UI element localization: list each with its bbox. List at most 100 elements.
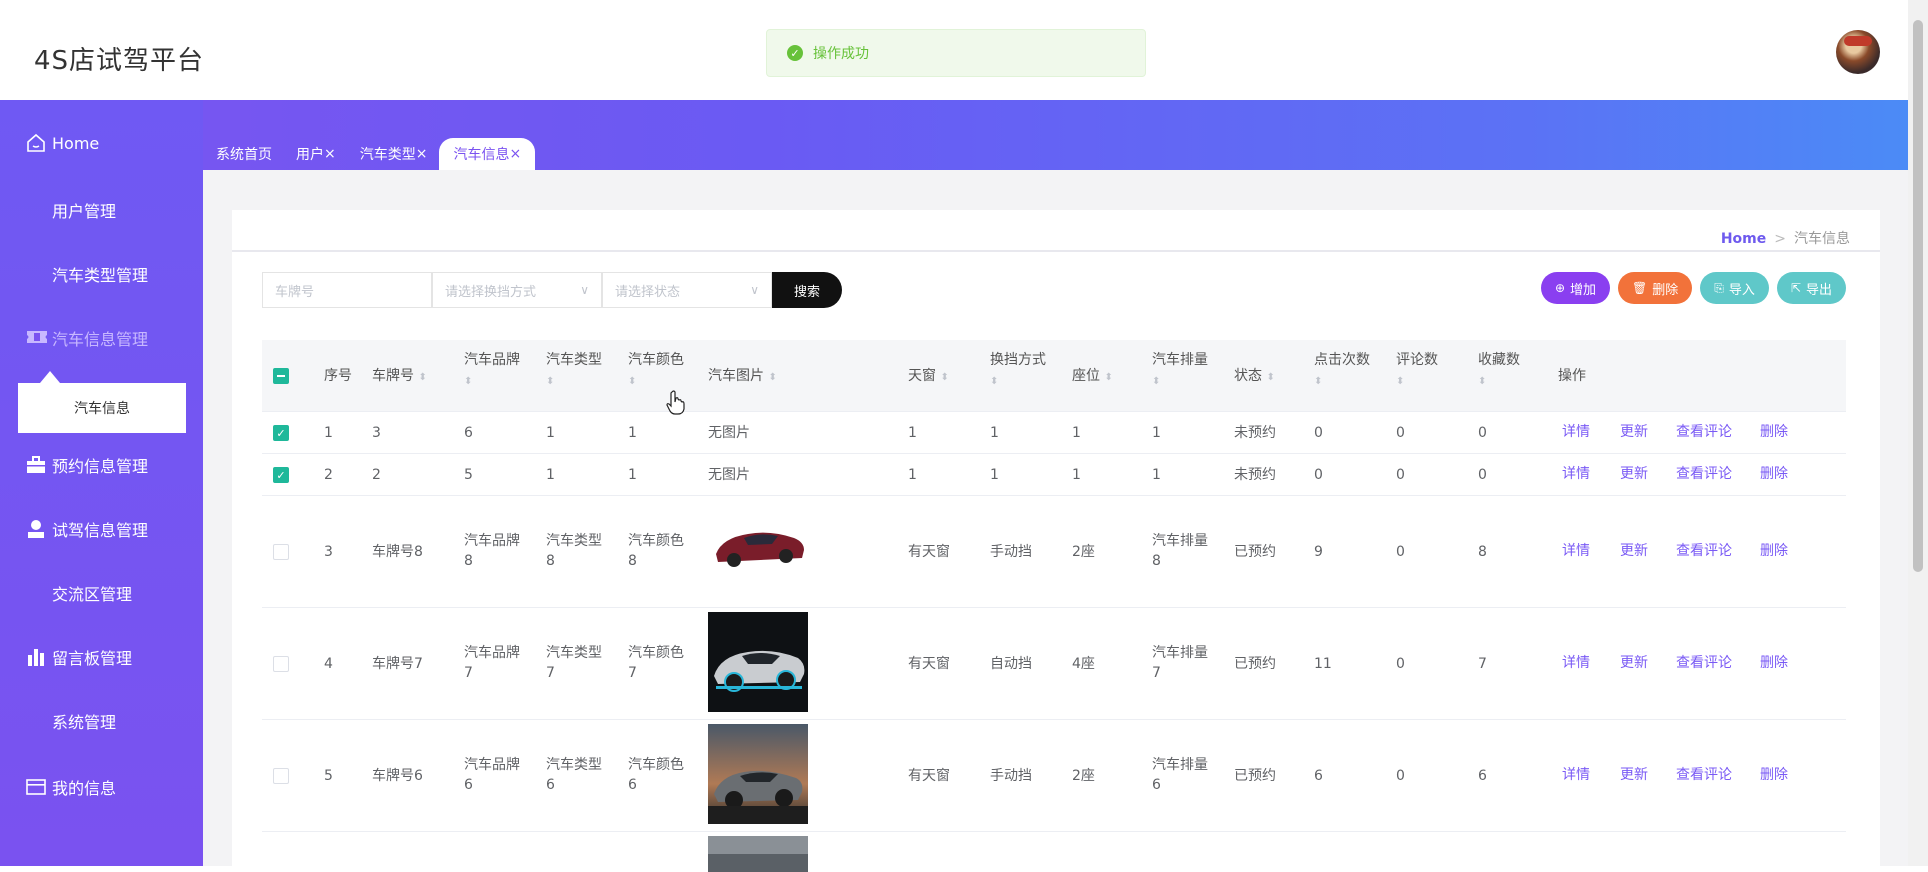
header-ops: 操作 — [1558, 366, 1586, 386]
sidebar-item-car-types[interactable]: 汽车类型管理 — [26, 259, 148, 289]
sort-icon[interactable]: ⬍ — [1396, 376, 1404, 387]
close-icon[interactable]: × — [509, 146, 521, 162]
header-brand[interactable]: 汽车品牌 ⬍ — [464, 350, 520, 392]
sidebar-item-home[interactable]: Home — [26, 128, 99, 158]
header-plate[interactable]: 车牌号 ⬍ — [372, 366, 427, 388]
delete-link[interactable]: 删除 — [1760, 764, 1788, 784]
row-checkbox[interactable]: ✓ — [273, 425, 289, 441]
header-seats[interactable]: 座位 ⬍ — [1072, 366, 1113, 388]
sidebar-item-users[interactable]: 用户管理 — [26, 195, 116, 225]
add-button[interactable]: ⊕ 增加 — [1540, 272, 1611, 304]
view-comments-link[interactable]: 查看评论 — [1676, 540, 1732, 560]
sidebar-item-label: 汽车信息管理 — [52, 330, 149, 349]
car-image[interactable] — [708, 514, 808, 574]
header-clicks[interactable]: 点击次数 ⬍ — [1314, 350, 1370, 392]
sort-icon[interactable]: ⬍ — [940, 372, 948, 383]
header-label: 天窗 — [908, 368, 936, 384]
delete-link[interactable]: 删除 — [1760, 421, 1788, 441]
header-gear[interactable]: 换挡方式 ⬍ — [990, 350, 1046, 392]
row-checkbox[interactable] — [273, 544, 289, 560]
view-comments-link[interactable]: 查看评论 — [1676, 652, 1732, 672]
search-button[interactable]: 搜索 — [772, 272, 842, 308]
detail-link[interactable]: 详情 — [1562, 764, 1590, 784]
import-button[interactable]: ⎘ 导入 — [1700, 272, 1769, 304]
avatar[interactable] — [1836, 30, 1880, 74]
select-all-checkbox[interactable] — [273, 368, 289, 384]
car-image[interactable] — [708, 612, 808, 712]
sidebar-item-label: Home — [52, 133, 100, 153]
tab-car-info[interactable]: 汽车信息 × — [439, 138, 536, 170]
header-displacement[interactable]: 汽车排量 ⬍ — [1152, 350, 1208, 392]
scrollbar-thumb[interactable] — [1913, 20, 1923, 572]
header-sunroof[interactable]: 天窗 ⬍ — [908, 366, 949, 388]
update-link[interactable]: 更新 — [1620, 463, 1648, 483]
sort-icon[interactable]: ⬍ — [1104, 372, 1112, 383]
breadcrumb-home[interactable]: Home — [1721, 231, 1766, 247]
sort-icon[interactable]: ⬍ — [1266, 372, 1274, 383]
view-comments-link[interactable]: 查看评论 — [1676, 463, 1732, 483]
cell-line: 8 — [546, 553, 555, 569]
success-toast: ✓ 操作成功 — [766, 29, 1146, 77]
tab-car-types[interactable]: 汽车类型 × — [348, 138, 440, 170]
gear-select[interactable]: 请选择换挡方式 ∨ — [432, 272, 602, 308]
row-checkbox[interactable] — [273, 656, 289, 672]
button-label: 导出 — [1805, 282, 1832, 298]
tab-system-home[interactable]: 系统首页 — [204, 138, 284, 170]
sidebar-item-test-drives[interactable]: 试驾信息管理 — [26, 514, 148, 544]
scrollbar[interactable] — [1908, 0, 1928, 866]
sort-icon[interactable]: ⬍ — [628, 376, 636, 387]
header-status[interactable]: 状态 ⬍ — [1234, 366, 1275, 388]
sidebar-item-reservations[interactable]: 预约信息管理 — [26, 450, 148, 480]
car-image[interactable] — [708, 724, 808, 824]
grid-icon — [26, 200, 46, 220]
status-select[interactable]: 请选择状态 ∨ — [602, 272, 772, 308]
sidebar-item-car-info[interactable]: 汽车信息管理 — [26, 323, 148, 353]
cell-brand: 6 — [464, 425, 473, 441]
tab-users[interactable]: 用户 × — [284, 138, 348, 170]
sidebar-item-forum[interactable]: 交流区管理 — [26, 578, 132, 608]
sort-icon[interactable]: ⬍ — [464, 376, 472, 387]
row-checkbox[interactable] — [273, 768, 289, 784]
sort-icon[interactable]: ⬍ — [1314, 376, 1322, 387]
update-link[interactable]: 更新 — [1620, 764, 1648, 784]
delete-link[interactable]: 删除 — [1760, 463, 1788, 483]
view-comments-link[interactable]: 查看评论 — [1676, 764, 1732, 784]
cell-brand: 5 — [464, 467, 473, 483]
plate-search-input[interactable]: 车牌号 — [262, 272, 432, 308]
detail-link[interactable]: 详情 — [1562, 463, 1590, 483]
detail-link[interactable]: 详情 — [1562, 421, 1590, 441]
detail-link[interactable]: 详情 — [1562, 540, 1590, 560]
delete-link[interactable]: 删除 — [1760, 540, 1788, 560]
header-favorites[interactable]: 收藏数 ⬍ — [1478, 350, 1520, 392]
header-color[interactable]: 汽车颜色 ⬍ — [628, 350, 684, 392]
header-comments[interactable]: 评论数 ⬍ — [1396, 350, 1438, 392]
sort-icon[interactable]: ⬍ — [990, 376, 998, 387]
delete-link[interactable]: 删除 — [1760, 652, 1788, 672]
sort-icon[interactable]: ⬍ — [1478, 376, 1486, 387]
view-comments-link[interactable]: 查看评论 — [1676, 421, 1732, 441]
row-checkbox[interactable]: ✓ — [273, 467, 289, 483]
close-icon[interactable]: × — [416, 146, 428, 162]
detail-link[interactable]: 详情 — [1562, 652, 1590, 672]
sidebar-item-my-info[interactable]: 我的信息 — [26, 772, 116, 802]
close-icon[interactable]: × — [324, 146, 336, 162]
sidebar-item-system[interactable]: 系统管理 — [26, 706, 116, 736]
sort-icon[interactable]: ⬍ — [1152, 376, 1160, 387]
chevron-down-icon: ∨ — [580, 283, 589, 297]
sidebar-item-message-board[interactable]: 留言板管理 — [26, 642, 132, 672]
car-image[interactable] — [708, 836, 808, 872]
submenu-item-car-info[interactable]: 汽车信息 — [18, 383, 186, 433]
sort-icon[interactable]: ⬍ — [768, 372, 776, 383]
trash-icon: 🗑 — [1632, 281, 1648, 295]
header-type[interactable]: 汽车类型 ⬍ — [546, 350, 602, 392]
update-link[interactable]: 更新 — [1620, 421, 1648, 441]
update-link[interactable]: 更新 — [1620, 652, 1648, 672]
sort-icon[interactable]: ⬍ — [418, 372, 426, 383]
cell-type: 汽车类型 8 — [546, 531, 602, 571]
update-link[interactable]: 更新 — [1620, 540, 1648, 560]
tab-label: 用户 — [296, 147, 324, 163]
header-image[interactable]: 汽车图片 ⬍ — [708, 366, 777, 388]
sort-icon[interactable]: ⬍ — [546, 376, 554, 387]
delete-button[interactable]: 🗑 删除 — [1618, 272, 1693, 304]
export-button[interactable]: ⇱ 导出 — [1776, 272, 1846, 304]
